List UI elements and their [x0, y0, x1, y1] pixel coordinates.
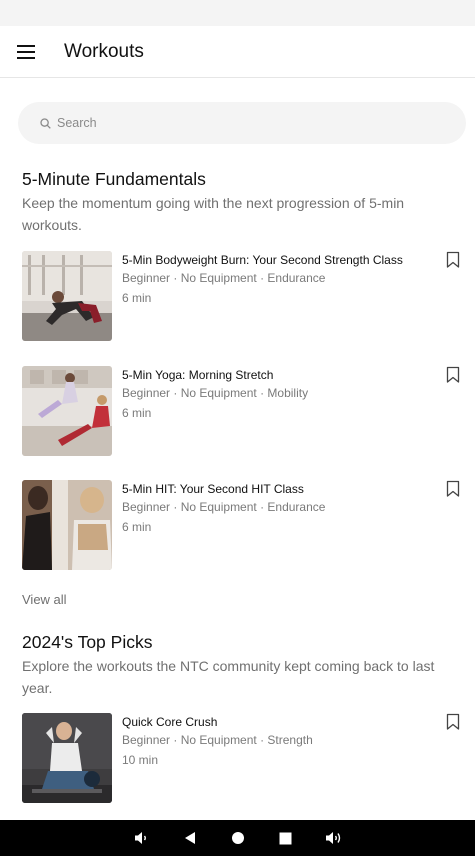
app-bar: Workouts	[0, 26, 475, 78]
view-all-link[interactable]: View all	[22, 592, 67, 607]
recents-button[interactable]	[262, 820, 310, 856]
bookmark-icon	[446, 480, 460, 497]
workout-duration: 6 min	[122, 520, 152, 534]
workout-thumbnail	[22, 713, 112, 803]
search-icon	[40, 117, 51, 129]
workout-meta: Beginner · No Equipment · Strength	[122, 733, 313, 747]
system-nav-bar	[0, 820, 475, 856]
workout-info: 5-Min Yoga: Morning Stretch Beginner · N…	[122, 366, 412, 422]
workout-duration: 6 min	[122, 291, 152, 305]
bookmark-button[interactable]	[446, 366, 460, 384]
workout-meta: Beginner · No Equipment · Endurance	[122, 500, 326, 514]
section-top-picks: 2024's Top Picks Explore the workouts th…	[22, 631, 452, 699]
home-icon	[231, 832, 244, 844]
workout-thumbnail	[22, 480, 112, 570]
workout-meta: Beginner · No Equipment · Mobility	[122, 386, 309, 400]
home-button[interactable]	[214, 820, 262, 856]
back-button[interactable]	[166, 820, 214, 856]
bookmark-button[interactable]	[446, 480, 460, 498]
workout-info: 5-Min HIT: Your Second HIT Class Beginne…	[122, 480, 412, 536]
section-fundamentals: 5-Minute Fundamentals Keep the momentum …	[22, 168, 452, 236]
menu-button[interactable]	[0, 26, 52, 78]
section-description: Keep the momentum going with the next pr…	[22, 195, 405, 233]
workout-card[interactable]: 5-Min Bodyweight Burn: Your Second Stren…	[22, 251, 462, 341]
volume-up-button[interactable]	[310, 820, 358, 856]
workout-title: 5-Min HIT: Your Second HIT Class	[122, 482, 304, 496]
workout-info: 5-Min Bodyweight Burn: Your Second Stren…	[122, 251, 412, 307]
workout-title: Quick Core Crush	[122, 715, 218, 729]
page-title: Workouts	[64, 40, 144, 62]
volume-down-button[interactable]	[118, 820, 166, 856]
back-icon	[184, 832, 195, 844]
recents-icon	[279, 832, 292, 844]
workout-duration: 6 min	[122, 406, 152, 420]
workout-thumbnail	[22, 366, 112, 456]
bookmark-button[interactable]	[446, 251, 460, 269]
search-placeholder: Search	[57, 116, 97, 130]
bookmark-button[interactable]	[446, 713, 460, 731]
section-description: Explore the workouts the NTC community k…	[22, 658, 435, 696]
workout-thumbnail	[22, 251, 112, 341]
workout-title: 5-Min Bodyweight Burn: Your Second Stren…	[122, 253, 403, 267]
search-input[interactable]: Search	[18, 102, 466, 144]
bookmark-icon	[446, 366, 460, 383]
section-title: 2024's Top Picks	[22, 632, 153, 652]
workout-info: Quick Core Crush Beginner · No Equipment…	[122, 713, 412, 769]
workout-meta: Beginner · No Equipment · Endurance	[122, 271, 326, 285]
workout-duration: 10 min	[122, 753, 159, 767]
workout-card[interactable]: 5-Min HIT: Your Second HIT Class Beginne…	[22, 480, 462, 570]
section-title: 5-Minute Fundamentals	[22, 169, 206, 189]
volume-up-icon	[325, 832, 340, 844]
status-bar	[0, 0, 475, 26]
hamburger-menu-icon	[17, 44, 35, 59]
workout-title: 5-Min Yoga: Morning Stretch	[122, 368, 274, 382]
bookmark-icon	[446, 713, 460, 730]
workout-card[interactable]: Quick Core Crush Beginner · No Equipment…	[22, 713, 462, 803]
workout-card[interactable]: 5-Min Yoga: Morning Stretch Beginner · N…	[22, 366, 462, 456]
volume-down-icon	[134, 832, 146, 844]
bookmark-icon	[446, 251, 460, 268]
